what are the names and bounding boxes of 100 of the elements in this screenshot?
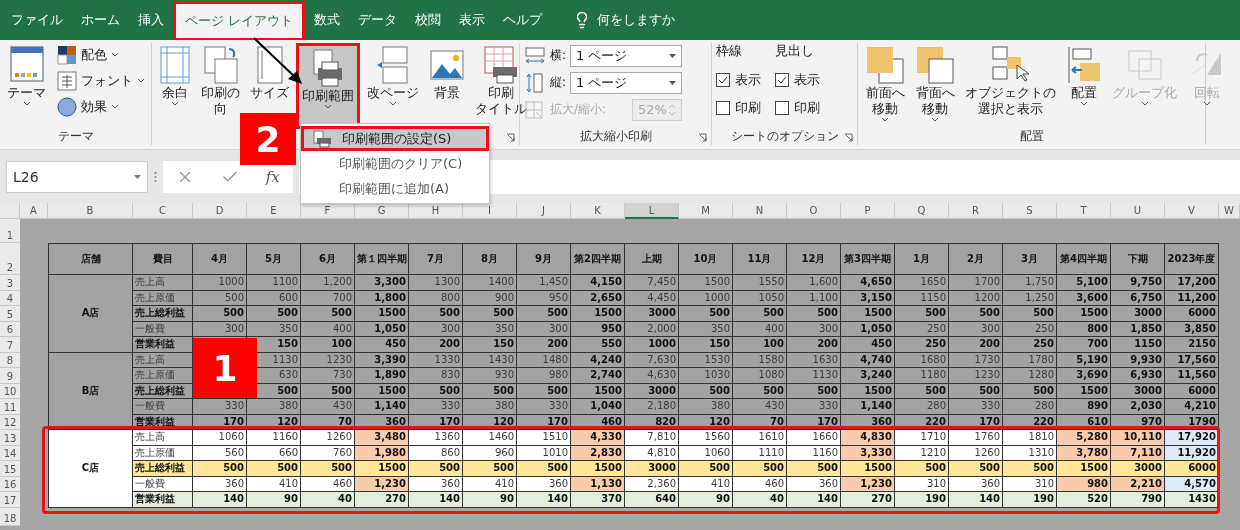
table-cell: 1280 xyxy=(1003,368,1057,384)
table-cell: 1610 xyxy=(733,430,787,446)
table-cell: 140 xyxy=(409,492,463,508)
table-cell: 1760 xyxy=(949,430,1003,446)
column-header[interactable]: T xyxy=(1057,203,1111,219)
group-label: テーマ xyxy=(57,127,94,145)
table-cell: 90 xyxy=(679,492,733,508)
table-cell: 200 xyxy=(787,337,841,353)
table-cell: 1400 xyxy=(463,275,517,291)
column-header[interactable]: P xyxy=(841,203,895,219)
column-heading: 10月 xyxy=(679,243,733,275)
table-cell: 1,200 xyxy=(301,275,355,291)
column-header[interactable]: L xyxy=(625,203,679,219)
select-field[interactable]: 1 ページ xyxy=(570,71,683,94)
column-header[interactable]: D xyxy=(193,203,247,219)
table-cell: 140 xyxy=(787,492,841,508)
group-label: シートのオプション xyxy=(730,127,839,145)
checkbox[interactable]: 表示 xyxy=(716,67,761,93)
menu-tab[interactable]: データ xyxy=(349,3,407,37)
dialog-launcher-icon[interactable] xyxy=(506,133,515,142)
column-header[interactable]: O xyxy=(787,203,841,219)
table-cell: 90 xyxy=(247,492,301,508)
ribbon-button[interactable]: 前面へ 移動 xyxy=(862,43,908,125)
theme-option-button[interactable]: 配色 xyxy=(57,43,145,67)
row-header: 2 xyxy=(0,243,20,275)
column-header[interactable]: C xyxy=(133,203,193,219)
dropdown-icon xyxy=(134,174,141,179)
name-box[interactable]: L26 xyxy=(6,160,148,193)
column-heading: 費目 xyxy=(133,243,193,275)
checkbox[interactable]: 表示 xyxy=(775,67,820,93)
select-field[interactable]: 1 ページ xyxy=(570,44,683,67)
checkmark-icon xyxy=(777,75,787,85)
menu-tab[interactable]: ホーム xyxy=(72,3,129,37)
page-break-icon xyxy=(375,45,411,85)
column-header[interactable]: N xyxy=(733,203,787,219)
theme-option-button[interactable]: フォント xyxy=(57,69,145,93)
ribbon-button[interactable]: 配置 xyxy=(1063,43,1105,109)
table-cell: 500 xyxy=(517,461,571,477)
column-header[interactable]: W xyxy=(1219,203,1240,219)
ribbon-button[interactable]: 印刷の 向 xyxy=(198,43,243,119)
table-cell: 1430 xyxy=(1165,492,1219,508)
table-cell: 40 xyxy=(733,492,787,508)
row-header: 11 xyxy=(0,399,20,415)
row-header: 17 xyxy=(0,492,20,508)
menu-item[interactable]: 印刷範囲に追加(A) xyxy=(301,176,489,201)
menu-tab[interactable]: ヘルプ xyxy=(494,3,552,37)
table-cell: 500 xyxy=(301,461,355,477)
column-header[interactable]: R xyxy=(949,203,1003,219)
column-header[interactable]: K xyxy=(571,203,625,219)
dropdown-icon xyxy=(669,80,677,85)
checkbox[interactable]: 印刷 xyxy=(775,95,820,121)
row-header: 1 xyxy=(0,219,20,243)
column-header[interactable]: U xyxy=(1111,203,1165,219)
column-heading: 2023年度 xyxy=(1165,243,1219,275)
column-header[interactable]: E xyxy=(247,203,301,219)
dialog-launcher-icon[interactable] xyxy=(698,133,707,142)
table-cell: 100 xyxy=(733,337,787,353)
checkbox[interactable]: 印刷 xyxy=(716,95,761,121)
table-cell: 11,560 xyxy=(1165,368,1219,384)
ribbon-button[interactable]: 印刷範囲 xyxy=(296,43,360,129)
menu-tab[interactable]: 表示 xyxy=(450,3,495,37)
ribbon-button[interactable]: 余白 xyxy=(156,43,194,109)
table-cell: 3000 xyxy=(1111,306,1165,322)
table-cell: 1,040 xyxy=(571,399,625,415)
table-cell: 380 xyxy=(247,399,301,415)
ribbon-button[interactable]: サイズ xyxy=(247,43,292,103)
column-header[interactable]: Q xyxy=(895,203,949,219)
column-header[interactable]: J xyxy=(517,203,571,219)
ribbon-button[interactable]: 改ページ xyxy=(364,43,422,109)
menu-tab[interactable]: 数式 xyxy=(305,3,350,37)
column-header[interactable]: I xyxy=(463,203,517,219)
table-cell: 500 xyxy=(409,461,463,477)
menu-tab[interactable]: 挿入 xyxy=(129,3,173,37)
menu-tab[interactable]: ページ レイアウト xyxy=(173,1,306,41)
tell-me-field[interactable]: 何をしますか xyxy=(597,11,676,29)
dialog-launcher-icon[interactable] xyxy=(844,133,853,142)
menu-tab[interactable]: ファイル xyxy=(2,3,72,37)
theme-option-button[interactable]: 効果 xyxy=(57,95,145,119)
insert-function-button[interactable]: fx xyxy=(265,167,280,186)
ribbon-button[interactable]: 背面へ 移動 xyxy=(912,43,958,125)
themes-button[interactable]: テーマ xyxy=(4,43,49,109)
table-cell: 140 xyxy=(193,492,247,508)
ribbon-button[interactable]: 印刷 タイトル xyxy=(472,43,530,119)
column-header[interactable]: B xyxy=(48,203,133,219)
column-header[interactable]: A xyxy=(20,203,48,219)
column-header[interactable]: S xyxy=(1003,203,1057,219)
ribbon-button[interactable]: オブジェクトの 選択と表示 xyxy=(962,43,1059,119)
ribbon-button[interactable]: 背景 xyxy=(426,43,468,103)
column-header[interactable]: M xyxy=(679,203,733,219)
column-heading: 第4四半期 xyxy=(1057,243,1111,275)
table-cell: 6000 xyxy=(1165,461,1219,477)
pages-icon xyxy=(202,45,239,85)
menu-item[interactable]: 印刷範囲のクリア(C) xyxy=(301,151,489,176)
menu-item[interactable]: 印刷範囲の設定(S) xyxy=(301,126,489,151)
table-cell: 500 xyxy=(463,461,517,477)
table-cell: 1150 xyxy=(1111,337,1165,353)
column-header[interactable]: V xyxy=(1165,203,1219,219)
menu-tab[interactable]: 校閲 xyxy=(406,3,451,37)
column-heading: 7月 xyxy=(409,243,463,275)
table-cell: 500 xyxy=(787,461,841,477)
